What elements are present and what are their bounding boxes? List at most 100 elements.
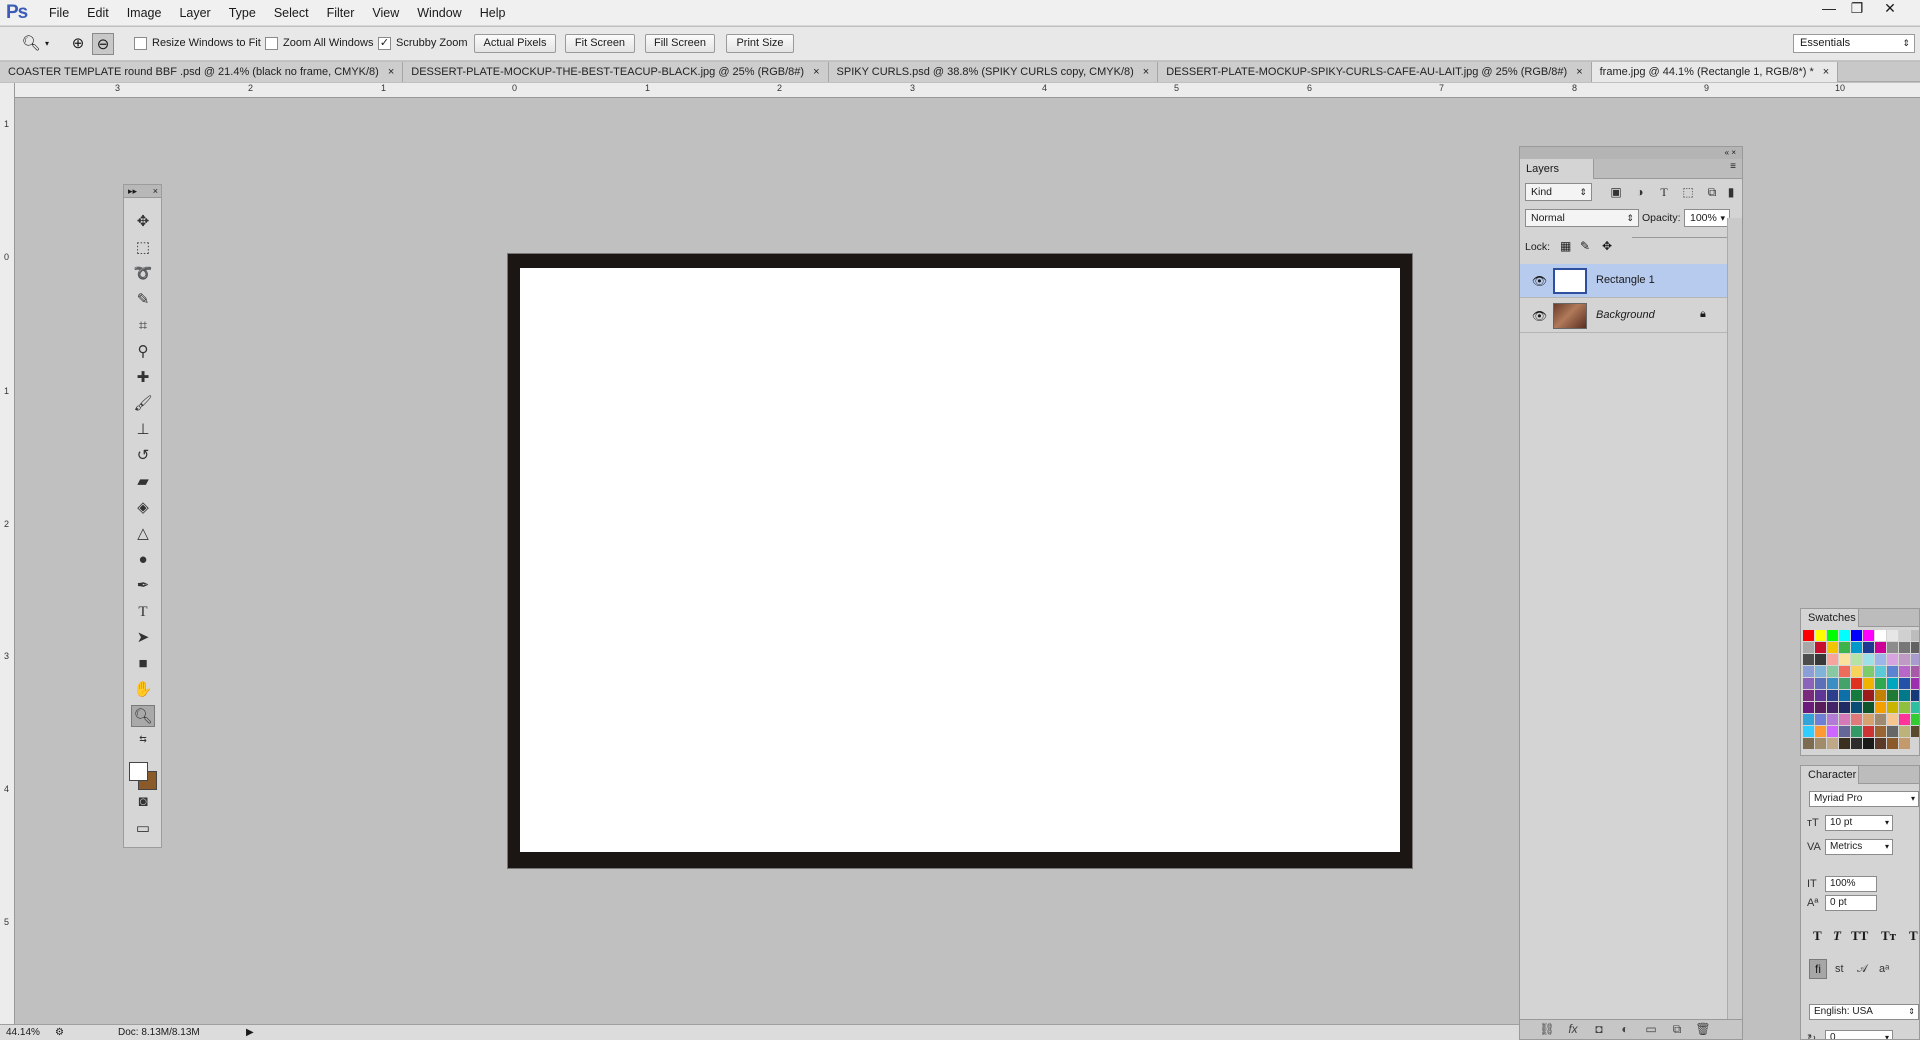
menu-select[interactable]: Select [265,0,318,26]
link-layers-icon[interactable]: ⛓ [1538,1022,1556,1036]
swatch[interactable] [1851,714,1862,725]
panel-menu-icon[interactable]: ≡ [1730,161,1736,172]
swatch[interactable] [1803,678,1814,689]
resize-windows-checkbox[interactable] [134,37,147,50]
document-canvas[interactable] [508,254,1412,868]
close-icon[interactable]: × [153,185,158,197]
swatch[interactable] [1839,726,1850,737]
swatch[interactable] [1803,714,1814,725]
fx-icon[interactable]: fx [1564,1022,1582,1036]
zoom-level[interactable]: 44.14% [6,1025,40,1040]
document-tab[interactable]: COASTER TEMPLATE round BBF .psd @ 21.4% … [0,62,404,82]
swatch[interactable] [1899,690,1910,701]
vertical-scale-input[interactable]: 100% [1825,876,1877,892]
swatch[interactable] [1839,690,1850,701]
menu-image[interactable]: Image [118,0,171,26]
new-layer-icon[interactable]: ⧉ [1668,1022,1686,1037]
adjustment-layer-icon[interactable]: ◐ [1616,1022,1634,1036]
lock-transparent-icon[interactable]: ▦ [1560,239,1571,253]
swatches-tab[interactable]: Swatches [1801,609,1859,627]
print-size-button[interactable]: Print Size [726,34,794,53]
swatch[interactable] [1827,726,1838,737]
eyedropper-tool-icon[interactable]: ⚲ [131,341,155,363]
swatch[interactable] [1863,630,1874,641]
layers-scrollbar[interactable] [1727,218,1742,1019]
swatch[interactable] [1911,654,1919,665]
lasso-tool-icon[interactable]: ➰ [131,263,155,285]
swatch[interactable] [1875,702,1886,713]
eye-icon[interactable]: 👁︎ [1532,274,1547,288]
swatch[interactable] [1863,726,1874,737]
hand-tool-icon[interactable]: ✋ [131,679,155,701]
swatch[interactable] [1863,714,1874,725]
swatch[interactable] [1839,678,1850,689]
swatch[interactable] [1899,726,1910,737]
small-caps-icon[interactable]: Tт [1881,928,1896,944]
type-tool-icon[interactable]: T [131,601,155,623]
close-icon[interactable]: × [1823,66,1829,78]
swatch[interactable] [1899,630,1910,641]
close-window-button[interactable]: ✕ [1876,0,1904,18]
restore-button[interactable]: ❐ [1843,0,1871,18]
document-tab[interactable]: DESSERT-PLATE-MOCKUP-THE-BEST-TEACUP-BLA… [403,62,829,82]
blur-tool-icon[interactable]: △ [131,523,155,545]
swatch[interactable] [1875,630,1886,641]
swatch[interactable] [1851,738,1862,749]
swatch[interactable] [1911,642,1919,653]
minimize-button[interactable]: — [1815,0,1843,18]
swatch[interactable] [1851,666,1862,677]
faux-bold-icon[interactable]: T [1813,928,1822,944]
swatch[interactable] [1815,702,1826,713]
workspace-select[interactable]: Essentials ⇕ [1793,34,1915,53]
swatch[interactable] [1827,666,1838,677]
status-menu-icon[interactable]: ▶ [246,1025,254,1040]
type-filter-icon[interactable]: T [1654,183,1674,201]
adjustment-filter-icon[interactable]: ◑ [1630,183,1650,201]
swatch[interactable] [1803,654,1814,665]
swatch[interactable] [1887,738,1898,749]
swatch[interactable] [1803,630,1814,641]
pen-tool-icon[interactable]: ✒ [131,575,155,597]
document-tab-active[interactable]: frame.jpg @ 44.1% (Rectangle 1, RGB/8*) … [1591,62,1839,82]
path-selection-tool-icon[interactable]: ➤ [131,627,155,649]
swatch[interactable] [1887,654,1898,665]
zoom-tool-icon[interactable]: 🔍︎ [131,705,155,727]
language-select[interactable]: English: USA ⇕ [1809,1004,1919,1020]
quick-selection-tool-icon[interactable]: ✎ [131,289,155,311]
swatch[interactable] [1827,642,1838,653]
swatch[interactable] [1815,690,1826,701]
swatch[interactable] [1815,714,1826,725]
swatch[interactable] [1911,630,1919,641]
swatch[interactable] [1887,690,1898,701]
new-group-icon[interactable]: ▭ [1642,1022,1660,1036]
swatch[interactable] [1899,678,1910,689]
brush-tool-icon[interactable]: 🖌︎ [131,393,155,415]
swatch[interactable] [1851,726,1862,737]
swatch[interactable] [1899,654,1910,665]
pixel-filter-icon[interactable]: ▣ [1606,183,1626,201]
menu-layer[interactable]: Layer [170,0,219,26]
swatch[interactable] [1839,702,1850,713]
swatch[interactable] [1875,678,1886,689]
close-icon[interactable]: × [1143,66,1149,78]
swatch[interactable] [1827,630,1838,641]
horizontal-ruler[interactable]: 3 2 1 0 1 2 3 4 5 6 7 8 9 10 [15,83,1920,98]
zoom-in-icon[interactable]: ⊕ [67,33,89,55]
menu-filter[interactable]: Filter [318,0,364,26]
swatch[interactable] [1863,678,1874,689]
layers-tab[interactable]: Layers [1520,159,1594,179]
swatch[interactable] [1803,738,1814,749]
document-tab[interactable]: DESSERT-PLATE-MOCKUP-SPIKY-CURLS-CAFE-AU… [1158,62,1592,82]
font-size-input[interactable]: 10 pt ▾ [1825,815,1893,831]
font-family-select[interactable]: Myriad Pro ▾ [1809,791,1919,807]
swatch-grid[interactable] [1803,630,1919,750]
clone-stamp-tool-icon[interactable]: ⊥ [131,419,155,441]
paint-bucket-tool-icon[interactable]: ◈ [131,497,155,519]
swatch[interactable] [1899,666,1910,677]
move-tool-icon[interactable]: ✥ [131,211,155,233]
swatch[interactable] [1899,702,1910,713]
swatch[interactable] [1803,666,1814,677]
swatch[interactable] [1875,726,1886,737]
preset-dropdown-icon[interactable]: ▾ [42,33,52,55]
swatch[interactable] [1827,690,1838,701]
